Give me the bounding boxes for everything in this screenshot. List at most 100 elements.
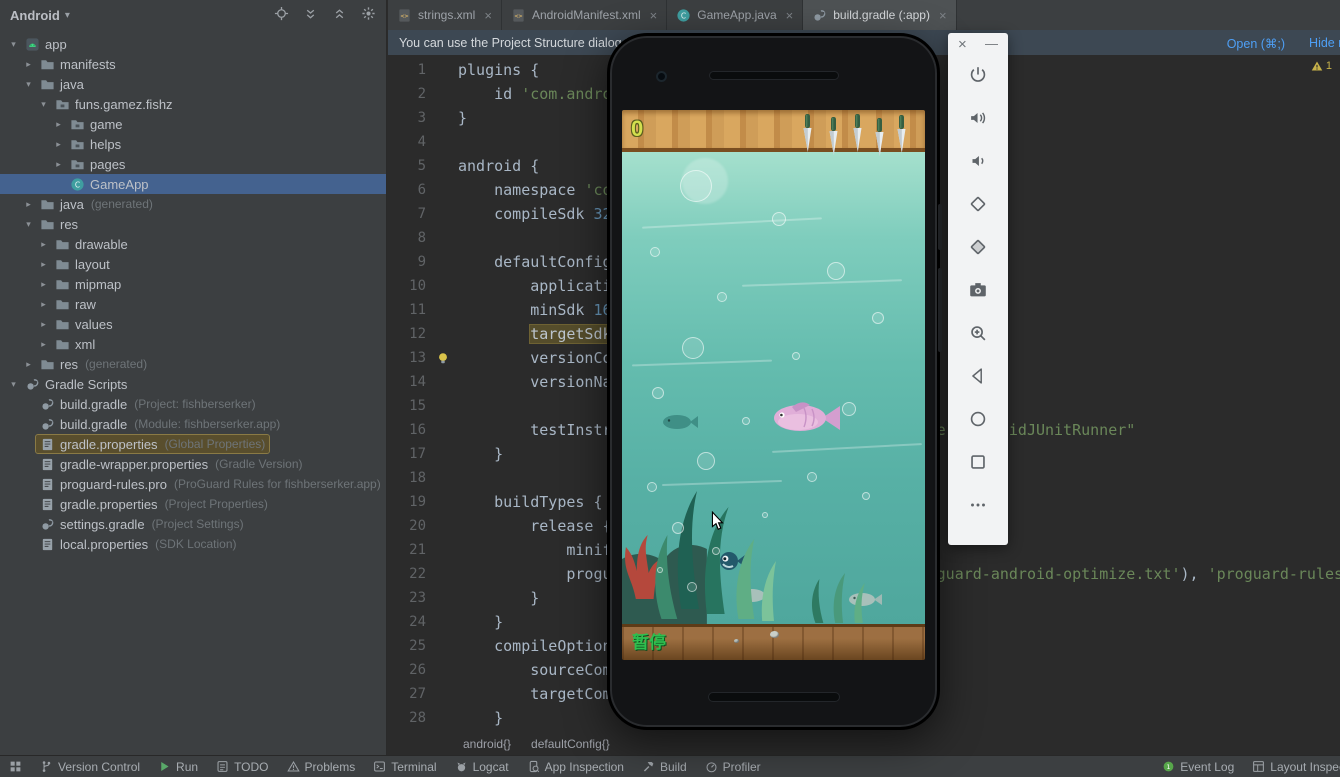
tree-item-gradle-wrapper-properties[interactable]: gradle-wrapper.properties(Gradle Version… [0,454,386,474]
chevron-right-icon[interactable]: ▸ [36,339,51,350]
tree-item-funs-gamez-fishz[interactable]: ▾funs.gamez.fishz [0,94,386,114]
tree-item-app[interactable]: ▾app [0,34,386,54]
line-number[interactable]: 20 [388,514,426,538]
line-number[interactable]: 2 [388,82,426,106]
tab-strings-xml[interactable]: <>strings.xml× [388,0,502,30]
line-number[interactable]: 5 [388,154,426,178]
gutter[interactable] [426,442,458,466]
close-tab-icon[interactable]: × [484,8,492,23]
chevron-right-icon[interactable]: ▸ [36,299,51,310]
tree-item-java[interactable]: ▸java(generated) [0,194,386,214]
gutter[interactable] [426,82,458,106]
tab-androidmanifest-xml[interactable]: <>AndroidManifest.xml× [502,0,667,30]
expand-all-icon[interactable] [303,6,318,24]
line-number[interactable]: 9 [388,250,426,274]
more-button[interactable] [948,483,1008,526]
tree-item-gradle-scripts[interactable]: ▾Gradle Scripts [0,374,386,394]
chevron-right-icon[interactable]: ▸ [51,159,66,170]
gutter[interactable] [426,706,458,730]
gutter[interactable] [426,250,458,274]
tree-item-helps[interactable]: ▸helps [0,134,386,154]
gutter[interactable] [426,610,458,634]
close-tab-icon[interactable]: × [939,8,947,23]
gutter[interactable] [426,106,458,130]
tab-build-gradle-app[interactable]: build.gradle (:app)× [803,0,956,30]
status-profiler[interactable]: Profiler [696,756,770,777]
line-number[interactable]: 16 [388,418,426,442]
volume-up-button[interactable] [948,96,1008,139]
project-view-selector[interactable]: Android ▾ [10,8,70,23]
status-problems[interactable]: Problems [278,756,365,777]
gutter[interactable] [426,418,458,442]
tree-item-settings-gradle[interactable]: settings.gradle(Project Settings) [0,514,386,534]
gutter[interactable] [426,202,458,226]
emulator-minimize-button[interactable]: — [985,36,998,53]
status-logcat[interactable]: Logcat [446,756,518,777]
status-app-inspection[interactable]: App Inspection [518,756,633,777]
gutter[interactable] [426,490,458,514]
tree-item-gradle-properties[interactable]: gradle.properties(Project Properties) [0,494,386,514]
status-todo[interactable]: TODO [207,756,277,777]
power-button[interactable] [948,53,1008,96]
gutter[interactable] [426,634,458,658]
tab-gameapp-java[interactable]: CGameApp.java× [667,0,803,30]
line-number[interactable]: 6 [388,178,426,202]
pause-button[interactable]: 暂停 [632,628,666,653]
tree-item-build-gradle[interactable]: build.gradle(Module: fishberserker.app) [0,414,386,434]
tree-item-values[interactable]: ▸values [0,314,386,334]
gutter[interactable] [426,538,458,562]
line-number[interactable]: 15 [388,394,426,418]
back-button[interactable] [948,354,1008,397]
line-number[interactable]: 24 [388,610,426,634]
chevron-down-icon[interactable]: ▾ [6,379,21,390]
chevron-right-icon[interactable]: ▸ [21,359,36,370]
tree-item-res[interactable]: ▸res(generated) [0,354,386,374]
line-number[interactable]: 10 [388,274,426,298]
status-terminal[interactable]: Terminal [364,756,445,777]
line-number[interactable]: 4 [388,130,426,154]
line-number[interactable]: 22 [388,562,426,586]
breadcrumb-android[interactable]: android{} [463,737,511,751]
line-number[interactable]: 19 [388,490,426,514]
status-run[interactable]: Run [149,756,207,777]
tree-item-xml[interactable]: ▸xml [0,334,386,354]
chevron-right-icon[interactable]: ▸ [36,239,51,250]
line-number[interactable]: 8 [388,226,426,250]
inspections-widget[interactable]: 1 [1311,60,1332,72]
chevron-right-icon[interactable]: ▸ [36,319,51,330]
chevron-right-icon[interactable]: ▸ [36,279,51,290]
gutter[interactable] [426,346,458,370]
rotate-right-button[interactable] [948,225,1008,268]
breadcrumb-defaultconfig[interactable]: defaultConfig{} [531,737,610,751]
open-project-structure-link[interactable]: Open (⌘;) [1227,36,1285,51]
rotate-left-button[interactable] [948,182,1008,225]
hide-notification-link[interactable]: Hide notification [1309,36,1340,50]
tree-item-proguard-rules-pro[interactable]: proguard-rules.pro(ProGuard Rules for fi… [0,474,386,494]
status-grid[interactable] [0,756,31,777]
tree-item-mipmap[interactable]: ▸mipmap [0,274,386,294]
tree-item-game[interactable]: ▸game [0,114,386,134]
line-number[interactable]: 7 [388,202,426,226]
line-number[interactable]: 11 [388,298,426,322]
chevron-down-icon[interactable]: ▾ [6,39,21,50]
chevron-down-icon[interactable]: ▾ [36,99,51,110]
gutter[interactable] [426,274,458,298]
gutter[interactable] [426,298,458,322]
line-number[interactable]: 28 [388,706,426,730]
zoom-button[interactable] [948,311,1008,354]
settings-gear-icon[interactable] [361,6,376,24]
tree-item-res[interactable]: ▾res [0,214,386,234]
gutter[interactable] [426,562,458,586]
tree-item-java[interactable]: ▾java [0,74,386,94]
chevron-right-icon[interactable]: ▸ [21,199,36,210]
line-number[interactable]: 26 [388,658,426,682]
gutter[interactable] [426,514,458,538]
tree-item-pages[interactable]: ▸pages [0,154,386,174]
chevron-right-icon[interactable]: ▸ [51,119,66,130]
collapse-all-icon[interactable] [332,6,347,24]
line-number[interactable]: 14 [388,370,426,394]
tree-item-drawable[interactable]: ▸drawable [0,234,386,254]
line-number[interactable]: 25 [388,634,426,658]
screenshot-button[interactable] [948,268,1008,311]
chevron-right-icon[interactable]: ▸ [21,59,36,70]
